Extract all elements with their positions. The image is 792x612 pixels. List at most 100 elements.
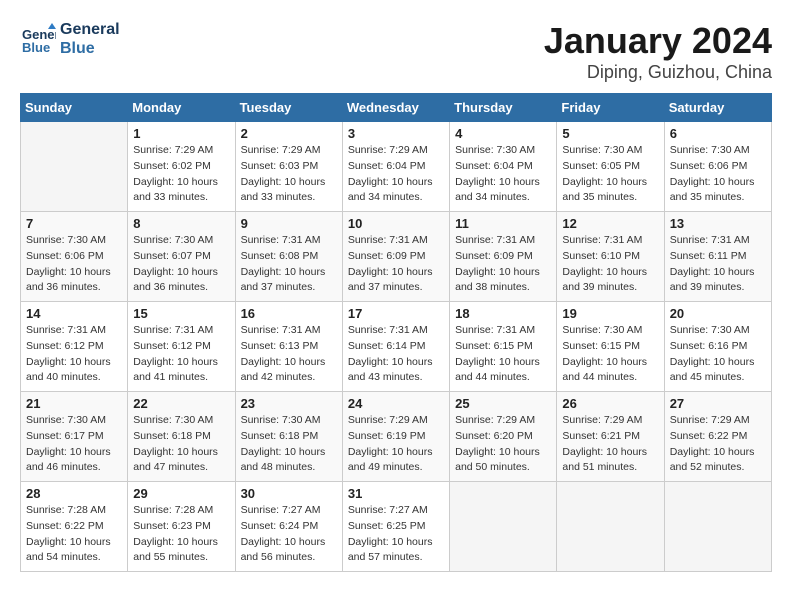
calendar-cell: 13Sunrise: 7:31 AM Sunset: 6:11 PM Dayli…	[664, 212, 771, 302]
weekday-header: Monday	[128, 94, 235, 122]
day-number: 10	[348, 216, 444, 231]
calendar-cell: 10 Sunrise: 7:31 AM Sunset: 6:09 PM Dayli…	[342, 212, 449, 302]
day-info: Sunrise: 7:28 AM Sunset: 6:22 PM Dayligh…	[26, 503, 122, 566]
day-number: 27	[670, 396, 766, 411]
calendar-week-row: 28 Sunrise: 7:28 AM Sunset: 6:22 PM Dayli…	[21, 482, 772, 572]
day-number: 29	[133, 486, 229, 501]
day-info: Sunrise: 7:30 AM Sunset: 6:16 PM Dayligh…	[670, 323, 766, 386]
day-info: Sunrise: 7:30 AM Sunset: 6:18 PM Dayligh…	[241, 413, 337, 476]
day-number: 16	[241, 306, 337, 321]
calendar-cell: 14Sunrise: 7:31 AM Sunset: 6:12 PM Dayli…	[21, 302, 128, 392]
day-number: 9	[241, 216, 337, 231]
weekday-header: Tuesday	[235, 94, 342, 122]
day-number: 24	[348, 396, 444, 411]
day-number: 19	[562, 306, 658, 321]
day-info: Sunrise: 7:28 AM Sunset: 6:23 PM Dayligh…	[133, 503, 229, 566]
day-number: 23	[241, 396, 337, 411]
calendar-cell: 6 Sunrise: 7:30 AM Sunset: 6:06 PM Daylig…	[664, 122, 771, 212]
day-info: Sunrise: 7:30 AM Sunset: 6:04 PM Dayligh…	[455, 143, 551, 206]
weekday-header: Thursday	[450, 94, 557, 122]
day-info: Sunrise: 7:31 AM Sunset: 6:11 PM Dayligh…	[670, 233, 766, 296]
day-info: Sunrise: 7:30 AM Sunset: 6:06 PM Dayligh…	[670, 143, 766, 206]
calendar-cell: 2 Sunrise: 7:29 AM Sunset: 6:03 PM Daylig…	[235, 122, 342, 212]
calendar-cell: 20 Sunrise: 7:30 AM Sunset: 6:16 PM Dayli…	[664, 302, 771, 392]
logo: General Blue General Blue	[20, 20, 120, 58]
day-info: Sunrise: 7:27 AM Sunset: 6:24 PM Dayligh…	[241, 503, 337, 566]
day-number: 8	[133, 216, 229, 231]
day-number: 11	[455, 216, 551, 231]
day-info: Sunrise: 7:31 AM Sunset: 6:10 PM Dayligh…	[562, 233, 658, 296]
day-number: 20	[670, 306, 766, 321]
day-info: Sunrise: 7:31 AM Sunset: 6:12 PM Dayligh…	[133, 323, 229, 386]
calendar-cell: 26 Sunrise: 7:29 AM Sunset: 6:21 PM Dayli…	[557, 392, 664, 482]
calendar-cell: 7 Sunrise: 7:30 AM Sunset: 6:06 PM Daylig…	[21, 212, 128, 302]
calendar-cell: 4 Sunrise: 7:30 AM Sunset: 6:04 PM Daylig…	[450, 122, 557, 212]
calendar-header-row: SundayMondayTuesdayWednesdayThursdayFrid…	[21, 94, 772, 122]
day-info: Sunrise: 7:31 AM Sunset: 6:09 PM Dayligh…	[348, 233, 444, 296]
day-number: 22	[133, 396, 229, 411]
calendar-week-row: 14Sunrise: 7:31 AM Sunset: 6:12 PM Dayli…	[21, 302, 772, 392]
calendar-cell: 18Sunrise: 7:31 AM Sunset: 6:15 PM Dayli…	[450, 302, 557, 392]
weekday-header: Sunday	[21, 94, 128, 122]
day-number: 6	[670, 126, 766, 141]
day-info: Sunrise: 7:31 AM Sunset: 6:08 PM Dayligh…	[241, 233, 337, 296]
calendar-cell: 9 Sunrise: 7:31 AM Sunset: 6:08 PM Daylig…	[235, 212, 342, 302]
calendar-week-row: 7 Sunrise: 7:30 AM Sunset: 6:06 PM Daylig…	[21, 212, 772, 302]
page-header: General Blue General Blue January 2024 D…	[20, 20, 772, 83]
svg-text:Blue: Blue	[22, 40, 50, 55]
calendar-cell: 1 Sunrise: 7:29 AM Sunset: 6:02 PM Daylig…	[128, 122, 235, 212]
day-info: Sunrise: 7:27 AM Sunset: 6:25 PM Dayligh…	[348, 503, 444, 566]
day-number: 31	[348, 486, 444, 501]
day-info: Sunrise: 7:29 AM Sunset: 6:02 PM Dayligh…	[133, 143, 229, 206]
day-info: Sunrise: 7:31 AM Sunset: 6:09 PM Dayligh…	[455, 233, 551, 296]
day-info: Sunrise: 7:29 AM Sunset: 6:21 PM Dayligh…	[562, 413, 658, 476]
calendar-cell: 22Sunrise: 7:30 AM Sunset: 6:18 PM Dayli…	[128, 392, 235, 482]
day-info: Sunrise: 7:30 AM Sunset: 6:05 PM Dayligh…	[562, 143, 658, 206]
day-info: Sunrise: 7:31 AM Sunset: 6:14 PM Dayligh…	[348, 323, 444, 386]
day-info: Sunrise: 7:31 AM Sunset: 6:13 PM Dayligh…	[241, 323, 337, 386]
day-number: 5	[562, 126, 658, 141]
calendar-cell: 28 Sunrise: 7:28 AM Sunset: 6:22 PM Dayli…	[21, 482, 128, 572]
calendar-cell: 5 Sunrise: 7:30 AM Sunset: 6:05 PM Daylig…	[557, 122, 664, 212]
day-number: 26	[562, 396, 658, 411]
day-number: 18	[455, 306, 551, 321]
day-info: Sunrise: 7:30 AM Sunset: 6:07 PM Dayligh…	[133, 233, 229, 296]
day-number: 28	[26, 486, 122, 501]
day-info: Sunrise: 7:30 AM Sunset: 6:17 PM Dayligh…	[26, 413, 122, 476]
day-info: Sunrise: 7:29 AM Sunset: 6:03 PM Dayligh…	[241, 143, 337, 206]
location-title: Diping, Guizhou, China	[544, 62, 772, 83]
weekday-header: Saturday	[664, 94, 771, 122]
day-number: 1	[133, 126, 229, 141]
calendar-cell: 23 Sunrise: 7:30 AM Sunset: 6:18 PM Dayli…	[235, 392, 342, 482]
calendar-week-row: 1 Sunrise: 7:29 AM Sunset: 6:02 PM Daylig…	[21, 122, 772, 212]
calendar-cell: 30Sunrise: 7:27 AM Sunset: 6:24 PM Dayli…	[235, 482, 342, 572]
day-info: Sunrise: 7:29 AM Sunset: 6:20 PM Dayligh…	[455, 413, 551, 476]
day-info: Sunrise: 7:30 AM Sunset: 6:15 PM Dayligh…	[562, 323, 658, 386]
logo-icon: General Blue	[20, 21, 56, 57]
weekday-header: Wednesday	[342, 94, 449, 122]
month-title: January 2024	[544, 20, 772, 62]
calendar-cell: 17Sunrise: 7:31 AM Sunset: 6:14 PM Dayli…	[342, 302, 449, 392]
calendar-week-row: 21 Sunrise: 7:30 AM Sunset: 6:17 PM Dayli…	[21, 392, 772, 482]
day-number: 15	[133, 306, 229, 321]
calendar-cell: 29 Sunrise: 7:28 AM Sunset: 6:23 PM Dayli…	[128, 482, 235, 572]
day-number: 2	[241, 126, 337, 141]
logo-general: General	[60, 21, 120, 38]
day-info: Sunrise: 7:30 AM Sunset: 6:06 PM Dayligh…	[26, 233, 122, 296]
day-info: Sunrise: 7:29 AM Sunset: 6:22 PM Dayligh…	[670, 413, 766, 476]
logo-blue: Blue	[60, 40, 95, 57]
calendar-cell: 15 Sunrise: 7:31 AM Sunset: 6:12 PM Dayli…	[128, 302, 235, 392]
day-info: Sunrise: 7:31 AM Sunset: 6:12 PM Dayligh…	[26, 323, 122, 386]
day-number: 12	[562, 216, 658, 231]
day-info: Sunrise: 7:29 AM Sunset: 6:04 PM Dayligh…	[348, 143, 444, 206]
calendar-cell	[21, 122, 128, 212]
day-number: 4	[455, 126, 551, 141]
calendar-cell: 27 Sunrise: 7:29 AM Sunset: 6:22 PM Dayli…	[664, 392, 771, 482]
calendar-cell: 24Sunrise: 7:29 AM Sunset: 6:19 PM Dayli…	[342, 392, 449, 482]
day-number: 7	[26, 216, 122, 231]
day-number: 21	[26, 396, 122, 411]
calendar-cell: 8 Sunrise: 7:30 AM Sunset: 6:07 PM Daylig…	[128, 212, 235, 302]
calendar-cell: 3Sunrise: 7:29 AM Sunset: 6:04 PM Daylig…	[342, 122, 449, 212]
calendar-cell: 19 Sunrise: 7:30 AM Sunset: 6:15 PM Dayli…	[557, 302, 664, 392]
day-number: 25	[455, 396, 551, 411]
